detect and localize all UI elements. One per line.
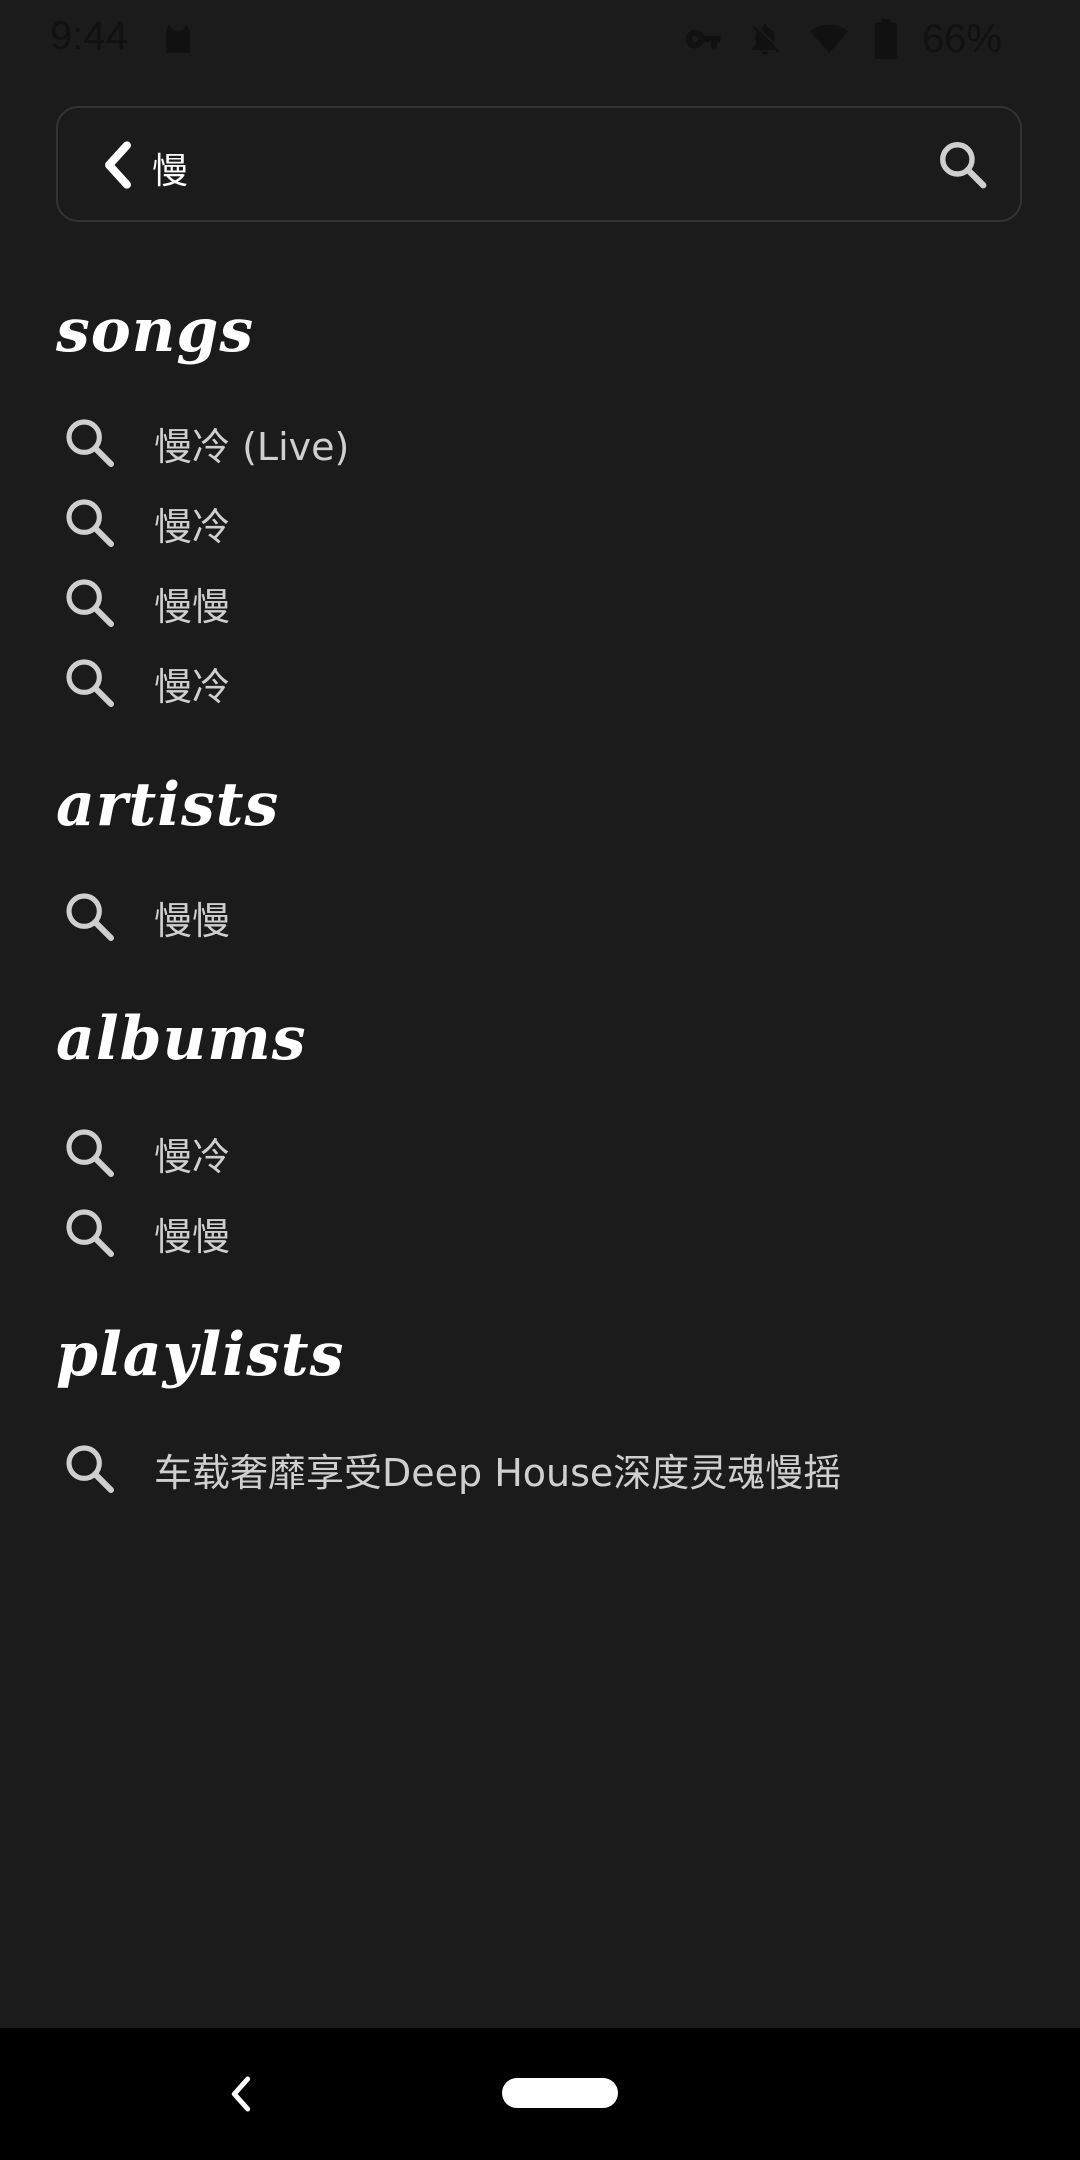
section-title-artists: artists [56,770,280,840]
result-label: 车载奢靡享受Deep House深度灵魂慢摇 [154,1450,842,1495]
status-icons: 66% [684,14,1002,64]
vpn-key-icon [685,29,721,49]
search-icon [60,1439,120,1499]
navigation-bar [0,2028,1080,2160]
cat-icon [166,24,190,53]
result-item-album-2[interactable]: 慢慢 [56,1198,1016,1268]
search-icon [60,413,120,473]
search-icon [60,493,120,553]
section-title-playlists: playlists [56,1320,345,1390]
result-label: 慢慢 [154,898,231,943]
result-item-song-1[interactable]: 慢冷 (Live) [56,408,1016,478]
battery-icon [875,19,897,59]
result-item-artist-1[interactable]: 慢慢 [56,882,1016,952]
back-arrow-icon[interactable] [98,140,138,190]
status-time: 9:44 [50,14,128,58]
search-bar[interactable]: 慢 [56,106,1022,222]
result-item-song-2[interactable]: 慢冷 [56,488,1016,558]
result-item-song-3[interactable]: 慢慢 [56,568,1016,638]
result-item-playlist-1[interactable]: 车载奢靡享受Deep House深度灵魂慢摇 [56,1434,1016,1504]
wifi-icon [809,24,848,54]
screen: 9:44 66% 慢 songs 慢冷 (Live) 慢冷 慢慢 慢冷 arti… [0,0,1080,2160]
result-label: 慢慢 [154,1214,231,1259]
search-input[interactable]: 慢 [152,142,188,194]
bell-off-icon [752,23,780,55]
battery-percentage: 66% [921,16,1002,61]
search-icon [60,1123,120,1183]
result-item-song-4[interactable]: 慢冷 [56,648,1016,718]
result-label: 慢冷 [154,504,231,549]
search-icon[interactable] [936,138,990,192]
result-label: 慢慢 [154,584,231,629]
home-pill[interactable] [502,2078,618,2108]
search-icon [60,1203,120,1263]
section-title-albums: albums [56,1004,307,1074]
search-icon [60,573,120,633]
result-label: 慢冷 [154,1134,231,1179]
result-label: 慢冷 (Live) [154,424,350,469]
nav-back-icon[interactable] [226,2074,256,2114]
result-item-album-1[interactable]: 慢冷 [56,1118,1016,1188]
result-label: 慢冷 [154,664,231,709]
section-title-songs: songs [56,296,255,366]
status-bar: 9:44 66% [0,0,1080,80]
search-icon [60,887,120,947]
search-icon [60,653,120,713]
